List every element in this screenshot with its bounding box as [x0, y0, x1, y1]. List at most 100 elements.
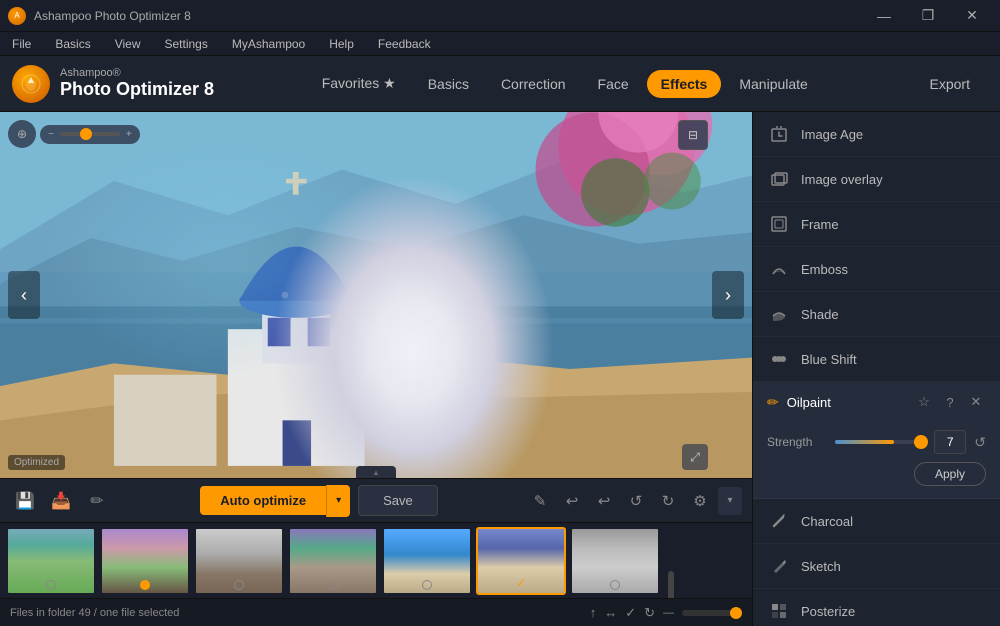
app-title: Ashampoo Photo Optimizer 8 — [34, 9, 191, 23]
blue-shift-icon — [767, 347, 791, 371]
view-mode-button[interactable]: ⊟ — [678, 120, 708, 150]
thumbnail-6[interactable]: ✓ — [476, 527, 566, 595]
bottom-slider[interactable] — [682, 610, 742, 616]
thumbnail-7[interactable] — [570, 527, 660, 595]
status-text: Files in folder 49 / one file selected — [10, 607, 179, 619]
auto-optimize-button[interactable]: Auto optimize — [200, 486, 326, 515]
thumbnail-2[interactable] — [100, 527, 190, 595]
image-age-label: Image Age — [801, 127, 863, 142]
menu-basics[interactable]: Basics — [51, 35, 94, 53]
oilpaint-close-button[interactable]: ✕ — [966, 392, 986, 412]
strength-row: Strength 7 ↺ — [767, 430, 986, 454]
effect-frame[interactable]: Frame — [753, 202, 1000, 247]
zoom-thumb[interactable] — [80, 128, 92, 140]
pan-button[interactable]: ⊕ — [8, 120, 36, 148]
charcoal-label: Charcoal — [801, 514, 853, 529]
next-image-button[interactable]: › — [712, 271, 744, 319]
oilpaint-favorite-button[interactable]: ☆ — [914, 392, 934, 412]
titlebar-left: A Ashampoo Photo Optimizer 8 — [8, 7, 191, 25]
statusbar: Files in folder 49 / one file selected ↑… — [0, 598, 752, 626]
shade-label: Shade — [801, 307, 839, 322]
tab-face[interactable]: Face — [584, 70, 643, 98]
tab-correction[interactable]: Correction — [487, 70, 580, 98]
oilpaint-label: Oilpaint — [787, 395, 831, 410]
effect-sketch[interactable]: Sketch — [753, 544, 1000, 589]
prev-image-button[interactable]: ‹ — [8, 271, 40, 319]
effect-posterize[interactable]: Posterize — [753, 589, 1000, 626]
blue-shift-label: Blue Shift — [801, 352, 857, 367]
thumbnail-3[interactable] — [194, 527, 284, 595]
posterize-icon — [767, 599, 791, 623]
maximize-button[interactable]: ❐ — [908, 2, 948, 30]
shade-icon — [767, 302, 791, 326]
zoom-minus[interactable]: − — [48, 129, 54, 140]
apply-button[interactable]: Apply — [914, 462, 986, 486]
tab-manipulate[interactable]: Manipulate — [725, 70, 822, 98]
menu-feedback[interactable]: Feedback — [374, 35, 435, 53]
toolbar: 💾 📥 ✏ Auto optimize ▾ Save ✎ ↩ ↩ ↺ ↻ ⚙ ▾ — [0, 478, 752, 522]
menu-settings[interactable]: Settings — [160, 35, 211, 53]
emboss-label: Emboss — [801, 262, 848, 277]
minimize-button[interactable]: — — [864, 2, 904, 30]
menu-file[interactable]: File — [8, 35, 35, 53]
thumbnail-1[interactable] — [6, 527, 96, 595]
thumbnail-4[interactable] — [288, 527, 378, 595]
undo2-icon[interactable]: ↩ — [590, 487, 618, 515]
menu-help[interactable]: Help — [325, 35, 358, 53]
undo-icon[interactable]: ↩ — [558, 487, 586, 515]
edit-icon[interactable]: ✎ — [526, 487, 554, 515]
posterize-label: Posterize — [801, 604, 855, 619]
brand-logo-icon — [12, 65, 50, 103]
app-logo-icon: A — [8, 7, 26, 25]
zoom-track[interactable] — [60, 132, 120, 136]
thumb-check-6: ✓ — [516, 576, 526, 590]
thumb-indicator-1 — [46, 580, 56, 590]
thumb-indicator-2 — [140, 580, 150, 590]
rotate-right-icon[interactable]: ↻ — [654, 487, 682, 515]
effect-image-age[interactable]: Image Age — [753, 112, 1000, 157]
save-file-button[interactable]: 📥 — [46, 486, 76, 516]
tab-basics[interactable]: Basics — [414, 70, 483, 98]
toolbar-menu-button[interactable]: ▾ — [718, 487, 742, 515]
effect-charcoal[interactable]: Charcoal — [753, 499, 1000, 544]
zoom-plus[interactable]: + — [126, 129, 132, 140]
tab-favorites[interactable]: Favorites ★ — [308, 69, 410, 98]
thumbnail-scrollbar-thumb[interactable] — [668, 571, 674, 599]
strength-reset-button[interactable]: ↺ — [974, 434, 986, 451]
open-file-button[interactable]: 💾 — [10, 486, 40, 516]
main-area: ⊕ − + ⊟ ‹ › Optimized ⤢ ▲ — [0, 112, 1000, 626]
image-overlay-icon — [767, 167, 791, 191]
oilpaint-section: ✏ Oilpaint ☆ ? ✕ Strength 7 ↺ — [753, 382, 1000, 499]
rotate-left-icon[interactable]: ↺ — [622, 487, 650, 515]
strength-value[interactable]: 7 — [934, 430, 966, 454]
status-check-icon[interactable]: ✓ — [625, 605, 636, 621]
effect-shade[interactable]: Shade — [753, 292, 1000, 337]
strength-label: Strength — [767, 435, 827, 449]
settings-icon[interactable]: ⚙ — [686, 487, 714, 515]
export-button[interactable]: Export — [916, 70, 984, 98]
image-age-icon — [767, 122, 791, 146]
strength-thumb[interactable] — [914, 435, 928, 449]
auto-optimize-arrow-button[interactable]: ▾ — [326, 485, 350, 517]
thumb-indicator-5 — [422, 580, 432, 590]
status-resize-icon[interactable]: ↔ — [604, 605, 617, 620]
effect-emboss[interactable]: Emboss — [753, 247, 1000, 292]
status-refresh-icon[interactable]: ↻ — [644, 605, 655, 621]
strength-fill — [835, 440, 894, 444]
tab-effects[interactable]: Effects — [647, 70, 722, 98]
status-up-icon[interactable]: ↑ — [590, 605, 597, 620]
oilpaint-help-button[interactable]: ? — [940, 392, 960, 412]
fullscreen-button[interactable]: ⤢ — [682, 444, 708, 470]
menu-view[interactable]: View — [111, 35, 145, 53]
menu-myashampoo[interactable]: MyAshampoo — [228, 35, 309, 53]
close-button[interactable]: ✕ — [952, 2, 992, 30]
bottom-slider-thumb[interactable] — [730, 607, 742, 619]
apply-row: Apply — [767, 462, 986, 486]
effect-blue-shift[interactable]: Blue Shift — [753, 337, 1000, 382]
main-image — [0, 112, 752, 478]
brush-tool-button[interactable]: ✏ — [82, 486, 112, 516]
save-button[interactable]: Save — [358, 485, 438, 516]
effect-image-overlay[interactable]: Image overlay — [753, 157, 1000, 202]
strength-slider[interactable] — [835, 440, 926, 444]
thumbnail-5[interactable] — [382, 527, 472, 595]
